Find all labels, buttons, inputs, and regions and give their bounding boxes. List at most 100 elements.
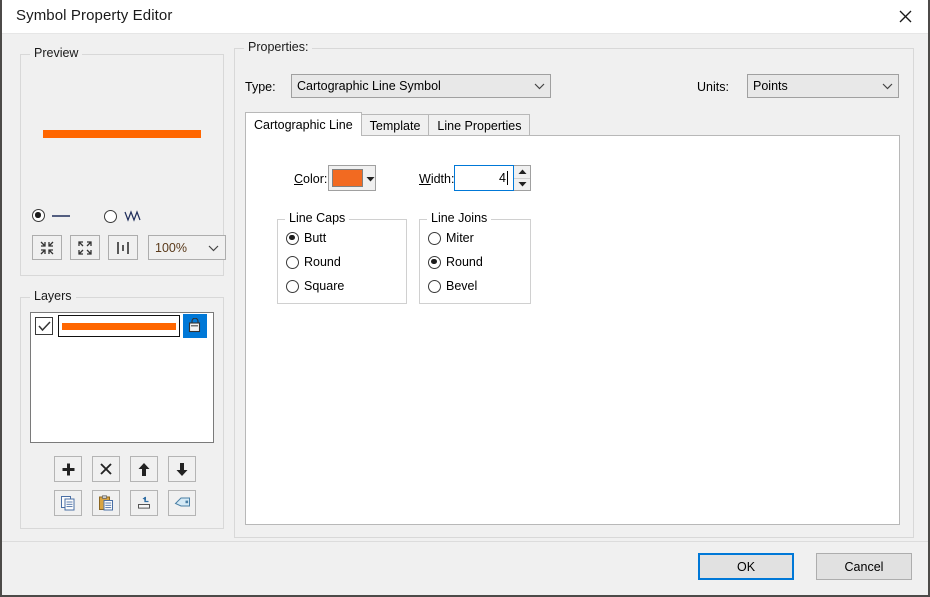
width-increment-button[interactable] <box>514 166 530 179</box>
radio-indicator <box>286 279 299 293</box>
preview-style-radio-row <box>32 209 212 231</box>
properties-group-label: Properties: <box>244 40 313 54</box>
arrow-up-icon <box>138 462 150 476</box>
preview-group: Preview 100% <box>20 46 226 276</box>
zoom-out-button[interactable] <box>32 235 62 260</box>
preview-style-straight[interactable] <box>32 209 71 222</box>
zoom-in-button[interactable] <box>70 235 100 260</box>
tab-label: Template <box>369 118 421 133</box>
delete-layer-button[interactable] <box>92 456 120 482</box>
radio-indicator <box>32 209 45 222</box>
tab-label: Cartographic Line <box>254 117 353 132</box>
move-layer-up-button[interactable] <box>130 456 158 482</box>
radio-label: Round <box>304 255 341 269</box>
chevron-down-icon <box>518 182 526 187</box>
width-label: Width: <box>419 172 455 186</box>
plus-icon <box>62 463 74 475</box>
ok-button[interactable]: OK <box>698 553 794 580</box>
symbol-type-value: Cartographic Line Symbol <box>297 79 441 93</box>
swap-layer-button[interactable] <box>130 490 158 516</box>
layers-group-label: Layers <box>30 289 76 303</box>
close-icon[interactable] <box>882 0 928 32</box>
width-value: 4 <box>499 171 506 185</box>
radio-indicator <box>104 209 117 223</box>
move-layer-down-button[interactable] <box>168 456 196 482</box>
radio-label: Bevel <box>446 279 478 293</box>
units-label: Units: <box>697 80 729 94</box>
x-icon <box>100 463 112 475</box>
line-joins-label: Line Joins <box>427 211 492 225</box>
chevron-up-icon <box>518 169 526 174</box>
symbol-type-select[interactable]: Cartographic Line Symbol <box>291 74 551 98</box>
units-value: Points <box>753 79 788 93</box>
actual-size-button[interactable] <box>108 235 138 260</box>
tabstrip: Cartographic Line Template Line Properti… <box>245 112 531 136</box>
radio-label: Round <box>446 255 483 269</box>
color-label: Color: <box>294 172 328 186</box>
radio-label: Butt <box>304 231 327 245</box>
tab-panel-cartographic-line: Color: Width: 4 Line Caps Butt Round Squ… <box>245 135 900 525</box>
symbol-property-editor-dialog: Symbol Property Editor Preview 100% Laye… <box>0 0 930 597</box>
lock-layer-icon[interactable] <box>183 314 207 338</box>
cancel-button[interactable]: Cancel <box>816 553 912 580</box>
paste-icon <box>99 495 113 511</box>
add-layer-button[interactable] <box>54 456 82 482</box>
chevron-down-icon <box>366 171 375 185</box>
copy-icon <box>61 496 75 511</box>
tab-cartographic-line[interactable]: Cartographic Line <box>245 112 362 136</box>
zigzag-line-icon <box>124 210 141 222</box>
radio-indicator <box>428 231 441 245</box>
copy-layer-button[interactable] <box>54 490 82 516</box>
radio-cap-round[interactable]: Round <box>286 255 341 269</box>
layer-visibility-checkbox[interactable] <box>35 317 53 335</box>
units-select[interactable]: Points <box>747 74 899 98</box>
radio-cap-butt[interactable]: Butt <box>286 231 326 245</box>
ok-button-label: OK <box>736 559 756 574</box>
chevron-down-icon <box>882 79 893 93</box>
one-to-one-icon <box>117 241 129 254</box>
tab-line-properties[interactable]: Line Properties <box>428 114 531 136</box>
radio-join-round[interactable]: Round <box>428 255 483 269</box>
title-bar: Symbol Property Editor <box>2 0 928 34</box>
footer-divider <box>2 541 928 542</box>
list-item[interactable] <box>31 313 213 339</box>
radio-join-bevel[interactable]: Bevel <box>428 279 477 293</box>
text-cursor <box>507 171 508 185</box>
preview-style-zigzag[interactable] <box>104 209 143 223</box>
radio-indicator <box>428 255 441 269</box>
tag-icon <box>174 497 190 506</box>
preview-group-label: Preview <box>30 46 83 60</box>
check-icon <box>37 320 51 331</box>
radio-cap-square[interactable]: Square <box>286 279 344 293</box>
layers-group: Layers <box>20 289 224 529</box>
chevron-down-icon <box>534 79 545 93</box>
window-title: Symbol Property Editor <box>16 7 173 24</box>
preview-zoom-value: 100% <box>155 240 187 255</box>
tab-template[interactable]: Template <box>360 114 430 136</box>
preview-canvas <box>30 65 214 202</box>
radio-join-miter[interactable]: Miter <box>428 231 474 245</box>
line-joins-group: Line Joins Miter Round Bevel <box>419 211 531 304</box>
width-decrement-button[interactable] <box>514 179 530 191</box>
radio-indicator <box>286 231 299 245</box>
chevron-down-icon <box>208 241 219 255</box>
line-caps-group: Line Caps Butt Round Square <box>277 211 407 304</box>
width-stepper[interactable] <box>514 165 531 191</box>
paste-layer-button[interactable] <box>92 490 120 516</box>
type-label: Type: <box>245 80 276 94</box>
color-picker-button[interactable] <box>328 165 376 191</box>
layer-list[interactable] <box>30 312 214 443</box>
tab-label: Line Properties <box>437 118 522 133</box>
arrow-down-icon <box>176 462 188 476</box>
preview-zoom-select[interactable]: 100% <box>148 235 226 260</box>
width-input[interactable]: 4 <box>454 165 514 191</box>
collapse-arrows-icon <box>40 241 54 254</box>
color-swatch <box>332 169 363 187</box>
tag-layer-button[interactable] <box>168 490 196 516</box>
line-caps-label: Line Caps <box>285 211 350 225</box>
radio-label: Square <box>304 279 345 293</box>
radio-label: Miter <box>446 231 474 245</box>
layer-symbol-preview[interactable] <box>58 315 180 337</box>
radio-indicator <box>286 255 299 269</box>
properties-group: Properties: Type: Cartographic Line Symb… <box>234 40 914 538</box>
